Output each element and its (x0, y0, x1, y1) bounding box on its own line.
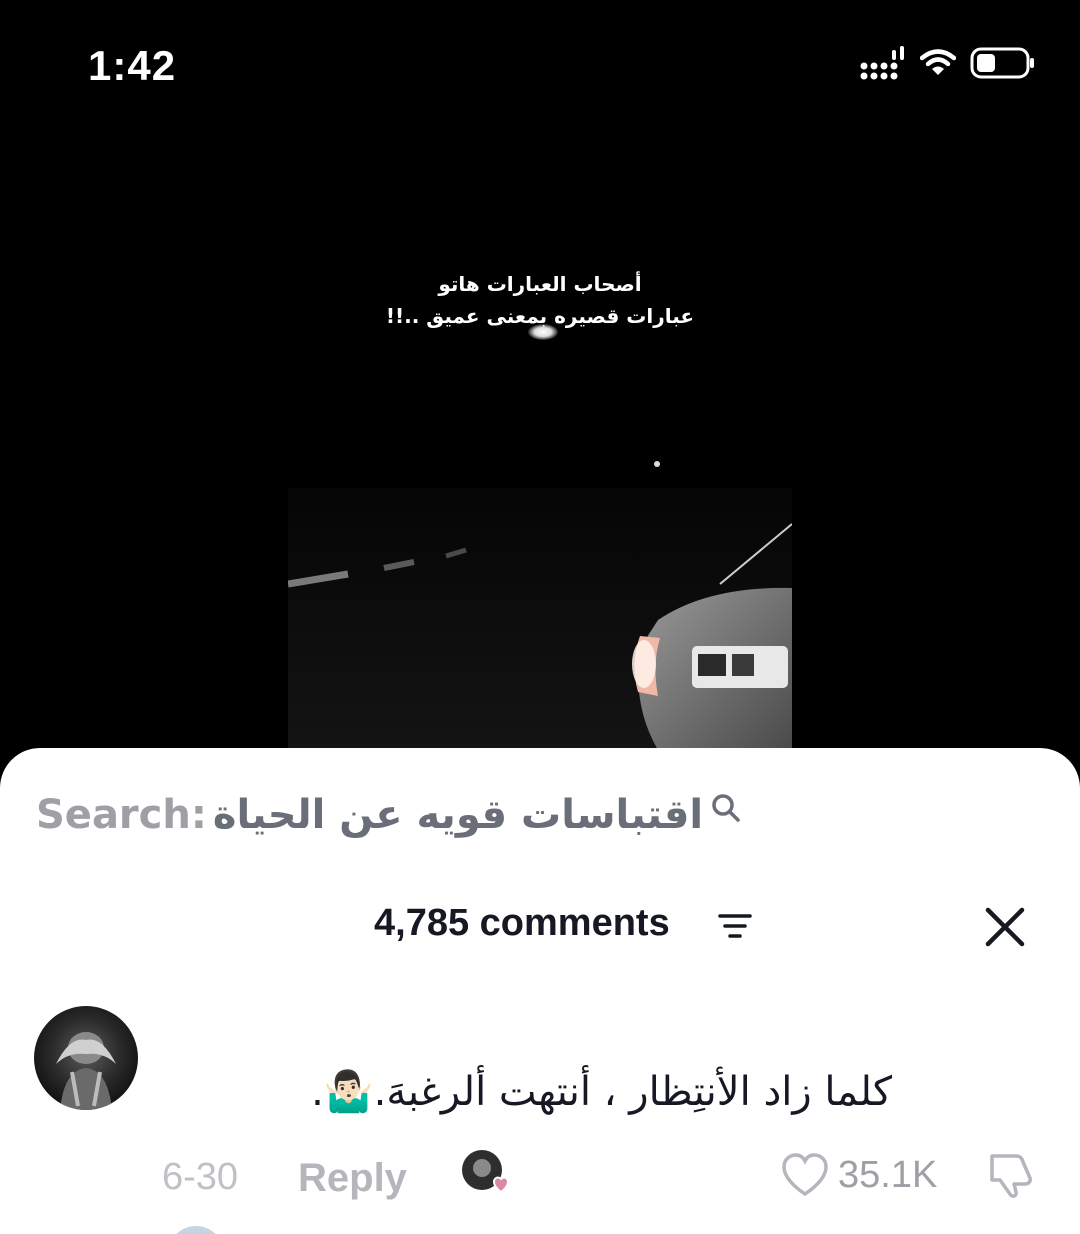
status-time: 1:42 (88, 42, 177, 89)
search-label: Search: (36, 792, 207, 838)
heart-icon (782, 1153, 828, 1197)
avatar-photo (56, 1032, 116, 1110)
distant-light (654, 461, 660, 467)
close-icon[interactable] (980, 902, 1030, 952)
comment-date: 6-30 (162, 1156, 239, 1198)
search-suggestion[interactable]: Search: اقتباسات قويه عن الحياة (36, 792, 743, 838)
video-caption: أصحاب العبارات هاتو عبارات قصيره بمعنى ع… (340, 268, 740, 332)
search-query[interactable]: اقتباسات قويه عن الحياة (213, 792, 703, 838)
battery-icon (970, 47, 1034, 79)
avatar[interactable] (34, 1006, 138, 1110)
signal-icon (860, 46, 904, 80)
comments-count: 4,785 comments (374, 902, 670, 944)
wifi-icon (920, 49, 956, 75)
comment-meta: 6-30 Reply 35.1K (0, 1150, 1080, 1216)
comment-text: كلما زاد الأنتِظار ، أنتهت ألرغبهَ.🤷🏻‍♂️… (311, 1069, 892, 1115)
filter-icon[interactable] (718, 912, 752, 942)
creator-liked-icon (462, 1150, 510, 1194)
status-icons (860, 46, 1036, 80)
video-caption-line-2: عبارات قصيره بمعنى عميق ..!! (385, 304, 695, 328)
video-caption-line-1: أصحاب العبارات هاتو (438, 272, 642, 296)
dislike-icon[interactable] (986, 1150, 1036, 1200)
status-bar: 1:42 (0, 0, 1080, 130)
reply-button[interactable]: Reply (298, 1156, 407, 1201)
search-icon (712, 794, 740, 822)
comments-sheet: Search: اقتباسات قويه عن الحياة 4,785 co… (0, 748, 1080, 1234)
comment-item: كلما زاد الأنتِظار ، أنتهت ألرغبهَ.🤷🏻‍♂️… (0, 1006, 1080, 1234)
like-count: 35.1K (838, 1153, 938, 1196)
comments-header: 4,785 comments (0, 902, 1080, 952)
like-button[interactable]: 35.1K (780, 1152, 937, 1198)
video-scene-car (288, 488, 792, 750)
